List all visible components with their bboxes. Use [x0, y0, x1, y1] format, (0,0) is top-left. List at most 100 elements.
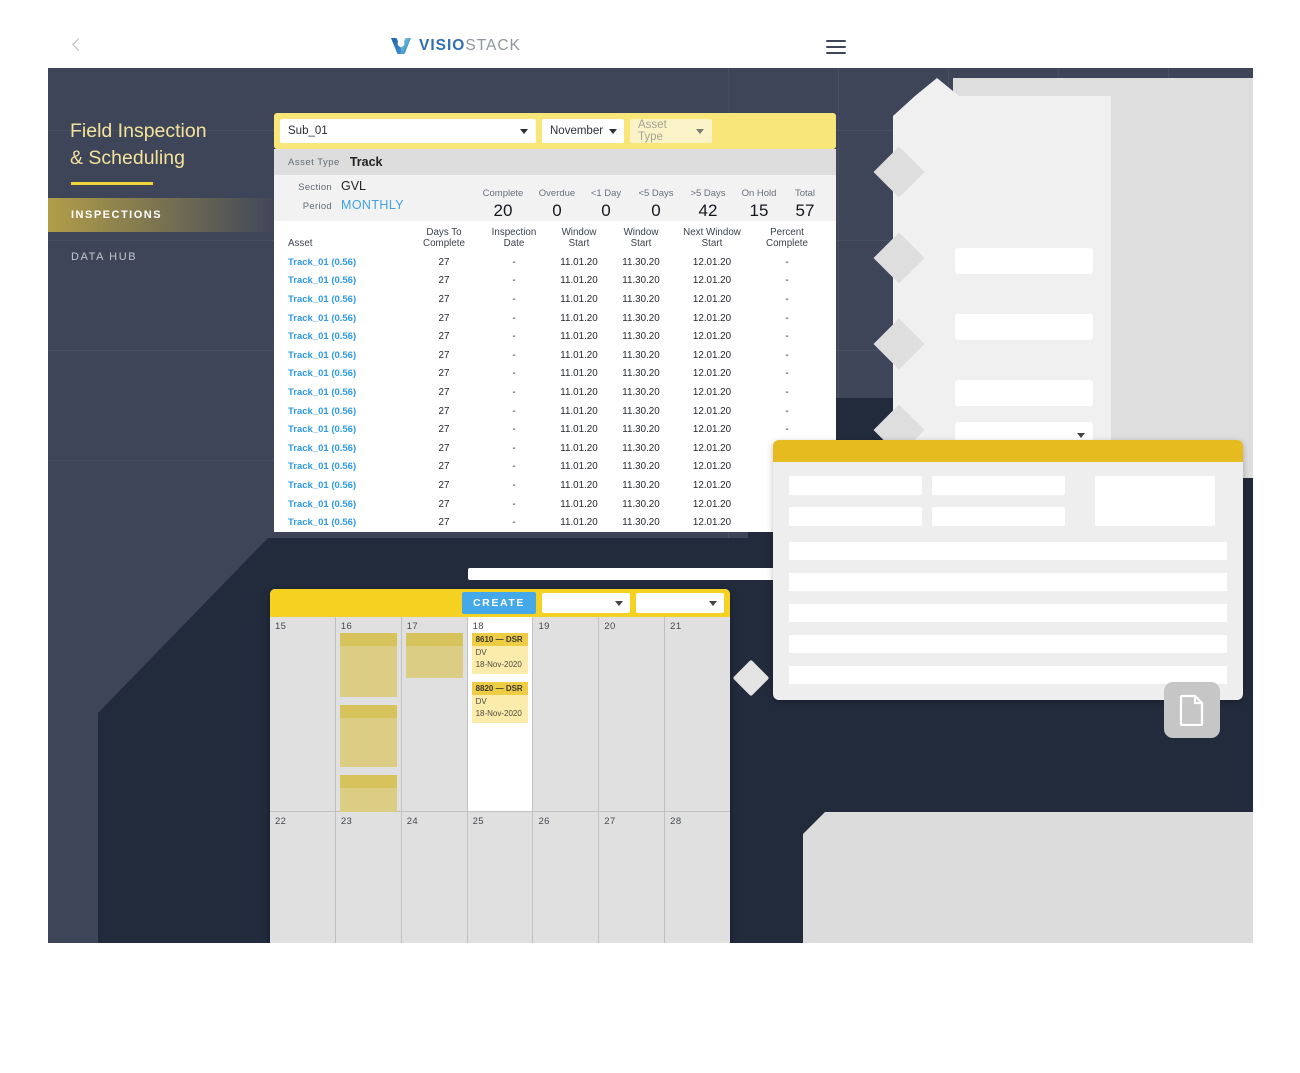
- chevron-down-icon: [709, 600, 717, 606]
- asset-link[interactable]: Track_01 (0.56): [288, 517, 408, 528]
- chevron-left-icon[interactable]: [70, 38, 84, 52]
- table-cell: -: [512, 368, 516, 380]
- asset-link[interactable]: Track_01 (0.56): [288, 294, 408, 305]
- calendar-day-cell[interactable]: 20: [599, 617, 666, 812]
- calendar-day-cell[interactable]: 18 8610 — DSR DV 18-Nov-2020 8820 — DSR DV 18-…: [467, 617, 534, 812]
- table-cell: -: [785, 312, 789, 324]
- detail-placeholder-rows: [789, 542, 1227, 684]
- app-screenshot: VISIOSTACK Field Inspection & Scheduling…: [0, 0, 1300, 1073]
- table-cell: -: [785, 256, 789, 268]
- asset-link[interactable]: Track_01 (0.56): [288, 368, 408, 379]
- detail-form-panel: [773, 440, 1243, 700]
- table-cell: 27: [438, 256, 450, 268]
- calendar-event-title: 8820 — DSR: [471, 682, 529, 695]
- asset-link[interactable]: Track_01 (0.56): [288, 387, 408, 398]
- detail-input-2[interactable]: [789, 507, 922, 526]
- table-cell: 27: [438, 368, 450, 380]
- asset-link[interactable]: Track_01 (0.56): [288, 480, 408, 491]
- calendar-day-cell[interactable]: 16: [335, 617, 402, 823]
- detail-input-4[interactable]: [932, 507, 1065, 526]
- table-cell: 12.01.20: [692, 442, 732, 454]
- table-row[interactable]: Track_01 (0.56) 27 - 11.01.20 11.30.20 12.01.…: [274, 253, 836, 272]
- asset-link[interactable]: Track_01 (0.56): [288, 443, 408, 454]
- table-row[interactable]: Track_01 (0.56) 27 - 11.01.20 11.30.20 12.01.…: [274, 513, 836, 532]
- asset-link[interactable]: Track_01 (0.56): [288, 313, 408, 324]
- table-cell: 27: [438, 386, 450, 398]
- create-button[interactable]: CREATE: [462, 592, 536, 614]
- sidebar-item-inspections[interactable]: INSPECTIONS: [48, 198, 278, 232]
- calendar-day-cell[interactable]: 15: [270, 617, 336, 812]
- calendar-day-cell[interactable]: 28: [665, 811, 730, 943]
- table-row[interactable]: Track_01 (0.56) 27 - 11.01.20 11.30.20 12.01.…: [274, 458, 836, 477]
- table-row[interactable]: Track_01 (0.56) 27 - 11.01.20 11.30.20 12.01.…: [274, 327, 836, 346]
- asset-link[interactable]: Track_01 (0.56): [288, 406, 408, 417]
- calendar-day-cell[interactable]: 23: [335, 811, 402, 943]
- table-cell: -: [512, 405, 516, 417]
- table-row[interactable]: Track_01 (0.56) 27 - 11.01.20 11.30.20 12.01.…: [274, 495, 836, 514]
- calendar-day-number: 18: [472, 621, 484, 632]
- calendar-day-cell[interactable]: 22: [270, 811, 336, 943]
- document-icon[interactable]: [1164, 682, 1220, 738]
- asset-link[interactable]: Track_01 (0.56): [288, 275, 408, 286]
- calendar-day-number: 26: [538, 815, 550, 827]
- calendar-block[interactable]: [339, 705, 397, 767]
- sidebar-item-data-hub[interactable]: DATA HUB: [48, 240, 278, 274]
- table-row[interactable]: Track_01 (0.56) 27 - 11.01.20 11.30.20 12.01.…: [274, 309, 836, 328]
- detail-input-3[interactable]: [932, 476, 1065, 495]
- hamburger-menu-icon[interactable]: [826, 40, 846, 54]
- table-cell: 27: [438, 293, 450, 305]
- asset-link[interactable]: Track_01 (0.56): [288, 257, 408, 268]
- calendar-day-cell[interactable]: 19: [533, 617, 600, 812]
- asset-link[interactable]: Track_01 (0.56): [288, 350, 408, 361]
- table-cell: 11.01.20: [560, 479, 598, 491]
- table-row[interactable]: Track_01 (0.56) 27 - 11.01.20 11.30.20 12.01.…: [274, 290, 836, 309]
- visiostack-logo-icon: [390, 36, 412, 56]
- table-row[interactable]: Track_01 (0.56) 27 - 11.01.20 11.30.20 12.01.…: [274, 383, 836, 402]
- calendar-day-number: 28: [670, 815, 682, 827]
- asset-link[interactable]: Track_01 (0.56): [288, 461, 408, 472]
- calendar-day-number: 15: [275, 621, 287, 632]
- calendar-select-1[interactable]: [542, 593, 630, 613]
- asset-link[interactable]: Track_01 (0.56): [288, 331, 408, 342]
- calendar-event-line: DV: [475, 648, 487, 657]
- table-row[interactable]: Track_01 (0.56) 27 - 11.01.20 11.30.20 12.01.…: [274, 402, 836, 421]
- summary-stat-label: Overdue: [538, 188, 576, 199]
- table-row[interactable]: Track_01 (0.56) 27 - 11.01.20 11.30.20 12.01.…: [274, 365, 836, 384]
- detail-input-1[interactable]: [789, 476, 922, 495]
- chevron-down-icon: [1077, 432, 1085, 438]
- substation-select[interactable]: Sub_01: [280, 119, 536, 143]
- table-row[interactable]: Track_01 (0.56) 27 - 11.01.20 11.30.20 12.01.…: [274, 420, 836, 439]
- calendar-event[interactable]: 8820 — DSR DV 18-Nov-2020: [471, 682, 529, 723]
- table-cell: 12.01.20: [692, 479, 732, 491]
- substation-value: Sub_01: [288, 125, 328, 137]
- column-header-next-window-start: Next Window Start: [683, 227, 741, 249]
- calendar-event[interactable]: 8610 — DSR DV 18-Nov-2020: [471, 633, 529, 674]
- summary-stats: Complete 20 Overdue 0 <1 Day 0 <5 Days 0 >5 Days…: [434, 175, 836, 221]
- calendar-day-cell[interactable]: 25: [467, 811, 534, 943]
- calendar-day-cell[interactable]: 17: [401, 617, 468, 812]
- detail-textarea[interactable]: [1095, 476, 1215, 526]
- calendar-day-cell[interactable]: 27: [599, 811, 666, 943]
- table-cell: -: [512, 331, 516, 343]
- calendar-day-cell[interactable]: 21: [665, 617, 730, 812]
- calendar-select-2[interactable]: [636, 593, 724, 613]
- calendar-day-cell[interactable]: 24: [401, 811, 468, 943]
- calendar-day-number: 23: [340, 815, 353, 827]
- table-cell: 12.01.20: [692, 256, 732, 268]
- table-cell: 11.30.20: [622, 275, 660, 287]
- table-cell: -: [785, 405, 789, 417]
- table-cell: -: [512, 479, 516, 491]
- calendar-block[interactable]: [339, 633, 397, 697]
- asset-type-select[interactable]: Asset Type: [630, 119, 712, 143]
- calendar-day-cell[interactable]: 26: [533, 811, 600, 943]
- table-row[interactable]: Track_01 (0.56) 27 - 11.01.20 11.30.20 12.01.…: [274, 346, 836, 365]
- table-row[interactable]: Track_01 (0.56) 27 - 11.01.20 11.30.20 12.01.…: [274, 272, 836, 291]
- asset-link[interactable]: Track_01 (0.56): [288, 424, 408, 435]
- month-select[interactable]: November: [542, 119, 624, 143]
- table-row[interactable]: Track_01 (0.56) 27 - 11.01.20 11.30.20 12.01.…: [274, 439, 836, 458]
- calendar-block[interactable]: [405, 633, 463, 678]
- table-row[interactable]: Track_01 (0.56) 27 - 11.01.20 11.30.20 12.01.…: [274, 476, 836, 495]
- asset-link[interactable]: Track_01 (0.56): [288, 499, 408, 510]
- chevron-down-icon: [520, 128, 528, 134]
- table-cell: 11.01.20: [560, 331, 598, 343]
